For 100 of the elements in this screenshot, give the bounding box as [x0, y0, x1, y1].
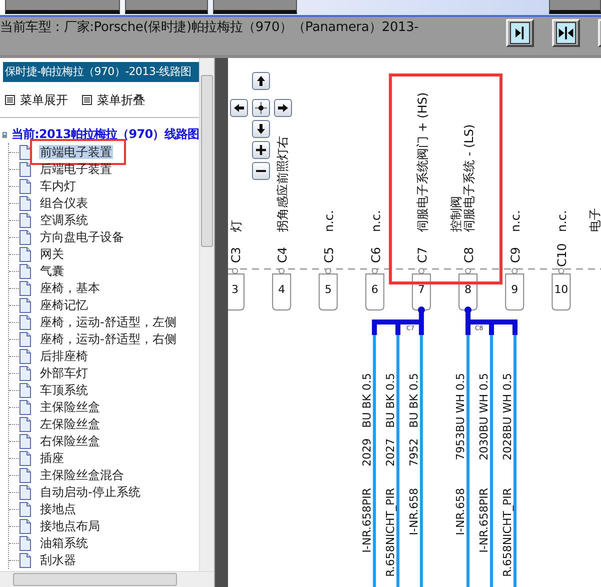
pan-up-button[interactable] [252, 72, 270, 90]
wire-label: 2029 BU BK 0.5 [360, 373, 374, 466]
connector-id: C9 [508, 247, 523, 263]
wire-label: 7953BU WH 0.5 [454, 373, 467, 460]
document-icon [19, 298, 31, 313]
connector-id: C10 [555, 243, 570, 267]
tree-item[interactable]: 接地点 [39, 502, 77, 516]
wire-note: R.658NICHT_PIR [384, 488, 397, 577]
pin-box [272, 274, 292, 310]
connector-label: 拐角感应前照灯右 [276, 136, 290, 232]
wire-note: I-NR.658PIR [478, 488, 490, 553]
connector-id: C3 [229, 247, 243, 263]
connector-label: 伺服电子系统 - (LS) [462, 124, 476, 232]
tree-root-label[interactable]: 当前:2013帕拉梅拉（970）线路图 [11, 126, 200, 143]
tree-item[interactable]: 车顶系统 [39, 383, 89, 397]
pin-number: 8 [464, 283, 472, 296]
connector-id: C4 [276, 247, 290, 263]
tree-item[interactable]: 前端电子装置 [39, 145, 113, 159]
tree-item[interactable]: 后排座椅 [39, 349, 89, 363]
connector-label: n.c. [368, 210, 383, 232]
tree-item[interactable]: 座椅，运动-舒适型，右侧 [39, 332, 178, 346]
tree-item[interactable]: 座椅，运动-舒适型，左侧 [39, 315, 178, 329]
panel-title: 保时捷-帕拉梅拉（970）-2013-线路图 [3, 62, 200, 82]
tree-item[interactable]: 空调系统 [39, 213, 89, 227]
pin-number: 5 [324, 283, 332, 296]
tree-item[interactable]: 接地点布局 [39, 519, 101, 533]
document-icon [19, 145, 31, 160]
connector-label: 伺服电子系统阀门 + (HS) [415, 92, 430, 232]
tree-item[interactable]: 组合仪表 [39, 196, 89, 210]
document-icon [19, 485, 31, 500]
menu-link[interactable]: 菜单展开 [5, 91, 68, 109]
wire-label: 2027 BU BK 0.5 [384, 373, 397, 466]
toolbar-button[interactable] [549, 0, 601, 14]
zoom-in-button[interactable] [252, 141, 270, 159]
wire-label: 2030BU WH 0.5 [478, 373, 490, 460]
connector-label: n.c. [555, 210, 570, 232]
pin-box [458, 274, 478, 310]
tree-item[interactable]: 后端电子装置 [39, 162, 113, 176]
connector-id: C6 [368, 247, 383, 263]
list-icon [5, 95, 15, 105]
connector-label: n.c. [322, 210, 336, 232]
toolbar-button[interactable] [5, 0, 120, 14]
tree-item[interactable]: 右保险丝盒 [39, 434, 101, 448]
splitter[interactable] [214, 58, 228, 587]
tree-item[interactable]: 方向盘电子设备 [39, 230, 125, 244]
pan-left-button[interactable] [230, 99, 248, 117]
wire-label: 2028BU WH 0.5 [501, 373, 514, 460]
panel-toggle-button[interactable] [506, 19, 534, 47]
tree-item[interactable]: 外部车灯 [39, 366, 89, 380]
tree-item[interactable]: 油箱系统 [39, 536, 89, 550]
document-icon [19, 315, 31, 330]
left-arrow-icon [234, 104, 244, 112]
toolbar-button[interactable] [213, 0, 297, 14]
document-icon [19, 264, 31, 279]
pan-down-button[interactable] [252, 120, 270, 138]
document-icon [19, 281, 31, 296]
wire-note: R.658NICHT_PIR [501, 488, 514, 577]
document-icon [19, 332, 31, 347]
pin-box [318, 274, 338, 310]
pin-box [412, 274, 431, 310]
pin-number: 6 [371, 283, 378, 296]
document-icon [19, 213, 31, 228]
right-arrow-icon [278, 104, 288, 112]
document-icon [19, 553, 31, 568]
pin-number: 4 [278, 283, 286, 296]
connector-label: 灯 [229, 220, 243, 232]
panel-toggle-button[interactable] [552, 19, 580, 47]
document-icon [19, 247, 31, 262]
tree-item[interactable]: 左保险丝盒 [39, 417, 101, 431]
tree-item[interactable]: 车内灯 [39, 179, 77, 193]
center-button[interactable] [252, 99, 270, 117]
tree-item[interactable]: 网关 [39, 247, 65, 261]
vehicle-title: 当前车型：厂家:Porsche(保时捷)帕拉梅拉（970）（Panamera）2013- [0, 19, 419, 36]
tree-item[interactable]: 座椅，基本 [39, 281, 101, 295]
tree-item[interactable]: 气囊 [39, 264, 65, 278]
pin-box [365, 274, 384, 310]
tree-item[interactable]: 座椅记忆 [39, 298, 89, 312]
menu-link[interactable]: 菜单折叠 [82, 91, 145, 109]
tree-item[interactable]: 主保险丝盒混合 [39, 468, 125, 482]
document-icon [19, 417, 31, 432]
tree-item[interactable]: 主保险丝盒 [39, 400, 101, 414]
plus-icon [256, 145, 266, 155]
toolbar-button[interactable] [125, 0, 208, 14]
tree-item[interactable]: 刮水器 [39, 553, 77, 567]
pin-box [505, 274, 524, 310]
document-icon [19, 349, 31, 364]
vertical-scrollbar[interactable] [199, 58, 214, 571]
document-icon [19, 179, 31, 194]
minus-icon [256, 170, 266, 172]
pin-box [552, 274, 571, 310]
tree-item[interactable]: 自动启动-停止系统 [39, 485, 142, 499]
pin-number: 3 [232, 283, 238, 296]
pin-number: 7 [418, 283, 425, 296]
zoom-out-button[interactable] [252, 162, 270, 180]
horizontal-scrollbar[interactable] [0, 571, 214, 587]
document-icon [19, 162, 31, 177]
tree-item[interactable]: 插座 [39, 451, 65, 465]
connector-id: C8 [462, 247, 476, 263]
pan-right-button[interactable] [274, 99, 292, 117]
up-arrow-icon [257, 76, 265, 86]
